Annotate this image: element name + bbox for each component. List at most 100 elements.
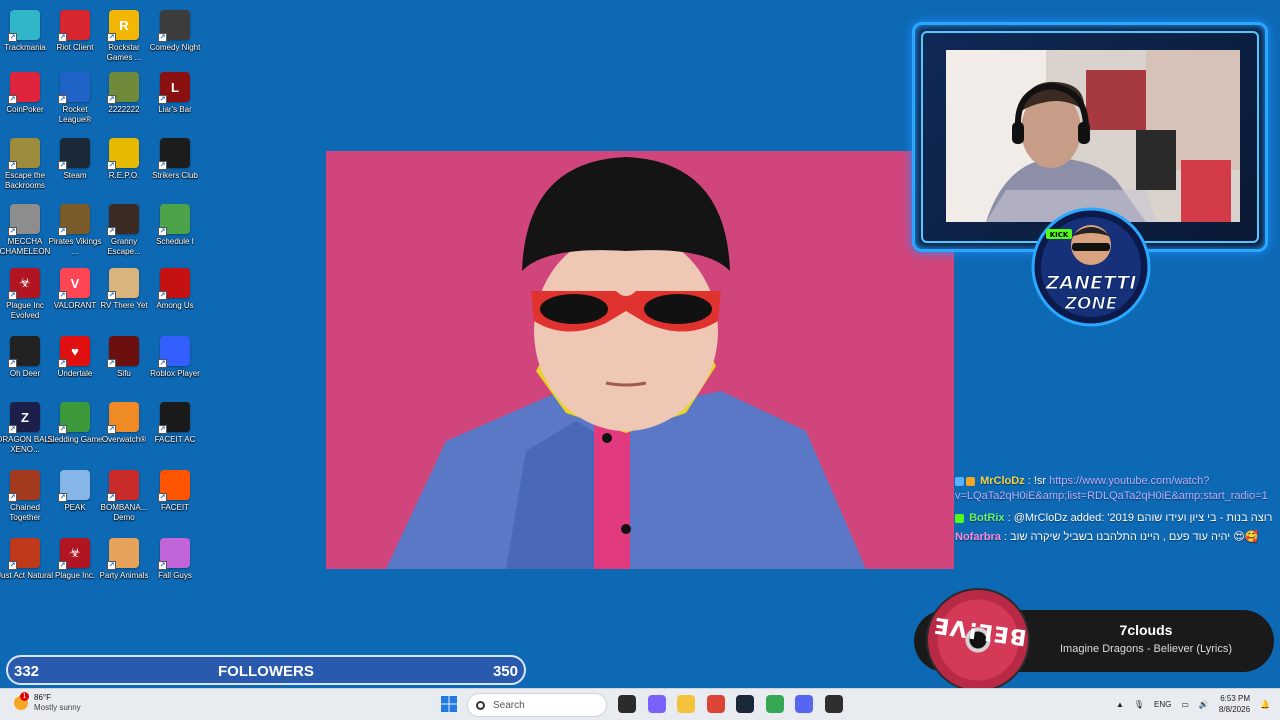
app-icon: ↗: [107, 138, 139, 170]
chat-text: @MrCloDz added: '2019 רוצה בנות - בי ציו…: [1013, 512, 1273, 524]
desktop-icon-label: Comedy Night: [149, 43, 201, 52]
chat-text: יהיה עוד פעם , היינו התלהבנו בשביל שיקרה…: [1010, 531, 1259, 543]
app-icon: ↗: [58, 204, 90, 236]
desktop-icon[interactable]: L ↗ Liar's Bar: [150, 72, 200, 115]
shortcut-arrow-icon: ↗: [107, 227, 116, 236]
chat-username: MrCloDz: [980, 475, 1025, 487]
file-explorer-icon[interactable]: [677, 695, 695, 713]
shortcut-arrow-icon: ↗: [8, 359, 17, 368]
desktop-icon[interactable]: R ↗ Rockstar Games ...: [99, 10, 149, 63]
task-view-icon[interactable]: [618, 695, 636, 713]
clock[interactable]: 6:53 PM 8/8/2026: [1219, 693, 1250, 715]
shortcut-arrow-icon: ↗: [58, 33, 67, 42]
shortcut-arrow-icon: ↗: [8, 561, 17, 570]
followers-goal-bar: 332 FOLLOWERS 350: [6, 655, 526, 685]
steam-icon[interactable]: [736, 695, 754, 713]
microphone-icon[interactable]: 🎙: [1134, 700, 1144, 709]
logo-line-1: ZANETTI: [1045, 272, 1137, 294]
language-indicator[interactable]: ENG: [1154, 700, 1171, 709]
app-icon: ↗: [107, 336, 139, 368]
shortcut-arrow-icon: ↗: [158, 493, 167, 502]
desktop-icon[interactable]: ↗ Sifu: [99, 336, 149, 379]
desktop-icon[interactable]: ↗ RV There Yet: [99, 268, 149, 311]
desktop-icon[interactable]: ↗ CoinPoker: [0, 72, 50, 115]
taskbar-search[interactable]: Search: [467, 693, 607, 717]
app-icon: ↗: [107, 268, 139, 300]
notification-bell-icon[interactable]: 🔔: [1260, 700, 1270, 709]
app-icon: ↗: [58, 470, 90, 502]
shortcut-arrow-icon: ↗: [107, 291, 116, 300]
chat-username: BotRix: [969, 512, 1005, 524]
desktop-icon[interactable]: ↗ Chained Together: [0, 470, 50, 523]
logo-tag: KICK: [1050, 231, 1069, 239]
video-frame-image: [326, 151, 954, 569]
shortcut-arrow-icon: ↗: [158, 291, 167, 300]
network-icon[interactable]: ▭: [1181, 700, 1189, 709]
desktop-icon[interactable]: ↗ 2222222: [99, 72, 149, 115]
app-icon: V ↗: [58, 268, 90, 300]
shortcut-arrow-icon: ↗: [58, 493, 67, 502]
discord-icon[interactable]: [795, 695, 813, 713]
chrome-icon[interactable]: [706, 695, 725, 713]
shortcut-arrow-icon: ↗: [107, 493, 116, 502]
copilot-icon[interactable]: [647, 695, 666, 713]
desktop-icon[interactable]: ↗ BOMBANA... Demo: [99, 470, 149, 523]
desktop-icon-label: Roblox Player: [150, 369, 200, 378]
taskbar: 1 86°F Mostly sunny Search ▲ 🎙 ENG ▭ 🔊 6…: [0, 688, 1280, 720]
desktop-icon[interactable]: ↗ Sledding Game: [47, 402, 103, 445]
search-placeholder: Search: [493, 699, 525, 711]
desktop-icon[interactable]: ↗ Rocket League®: [50, 72, 100, 125]
chat-text: !sr: [1033, 475, 1050, 487]
desktop-icon[interactable]: ↗ Schedule I: [150, 204, 200, 247]
desktop-icon[interactable]: ↗ R.E.P.O.: [99, 138, 149, 181]
desktop-icon[interactable]: ↗ Among Us: [150, 268, 200, 311]
volume-icon[interactable]: 🔊: [1199, 700, 1209, 709]
desktop-icon-label: Party Animals: [99, 571, 149, 580]
desktop-icon[interactable]: ☣ ↗ Plague Inc Evolved: [0, 268, 50, 321]
desktop-icon-label: Liar's Bar: [158, 105, 192, 114]
desktop-icon[interactable]: ↗ Fall Guys: [150, 538, 200, 581]
desktop-icon[interactable]: ↗ Oh Deer: [0, 336, 50, 379]
desktop-icon[interactable]: ↗ Escape the Backrooms: [0, 138, 50, 191]
video-player[interactable]: [326, 151, 954, 569]
desktop-icon[interactable]: ♥ ↗ Undertale: [50, 336, 100, 379]
shortcut-arrow-icon: ↗: [158, 95, 167, 104]
chrome-profile-icon[interactable]: [765, 695, 784, 713]
desktop-icon-label: Overwatch®: [101, 435, 147, 444]
desktop-icon[interactable]: ↗ Party Animals: [99, 538, 149, 581]
app-icon: ↗: [158, 138, 190, 170]
desktop-icon[interactable]: ↗ Roblox Player: [150, 336, 200, 379]
desktop-icon[interactable]: ↗ Overwatch®: [99, 402, 149, 445]
shortcut-arrow-icon: ↗: [58, 161, 67, 170]
desktop-icon[interactable]: Z ↗ DRAGON BALL XENO...: [0, 402, 53, 455]
chat-badge-icon: [955, 513, 964, 523]
desktop-icon[interactable]: ↗ PEAK: [50, 470, 100, 513]
shortcut-arrow-icon: ↗: [158, 561, 167, 570]
shortcut-arrow-icon: ↗: [107, 95, 116, 104]
desktop-icon[interactable]: ↗ Granny Escape...: [99, 204, 149, 257]
clock-time: 6:53 PM: [1220, 694, 1251, 703]
desktop-icon[interactable]: ↗ Trackmania: [0, 10, 50, 53]
desktop-icon[interactable]: ↗ FACEIT AC: [150, 402, 200, 445]
app-icon: ↗: [8, 336, 40, 368]
start-button[interactable]: [440, 695, 458, 713]
chevron-up-icon[interactable]: ▲: [1116, 700, 1124, 709]
obs-icon[interactable]: [824, 695, 843, 713]
desktop-icon[interactable]: ☣ ↗ Plague Inc.: [50, 538, 100, 581]
search-icon: [476, 700, 485, 710]
desktop-icon[interactable]: ↗ Riot Client: [50, 10, 100, 53]
desktop-icon[interactable]: ↗ Strikers Club: [150, 138, 200, 181]
desktop-icon[interactable]: ↗ Comedy Night: [150, 10, 200, 53]
desktop-icon[interactable]: ↗ Just Act Natural: [0, 538, 53, 581]
desktop-icon[interactable]: V ↗ VALORANT: [50, 268, 100, 311]
app-icon: ↗: [58, 138, 90, 170]
desktop-icon-label: Schedule I: [156, 237, 194, 246]
desktop-icon[interactable]: ↗ FACEIT: [150, 470, 200, 513]
desktop-icon[interactable]: ↗ Pirates Vikings ...: [49, 204, 101, 257]
app-icon: ↗: [158, 10, 190, 42]
weather-widget[interactable]: 1 86°F Mostly sunny: [14, 692, 81, 713]
app-icon: ↗: [58, 402, 90, 434]
desktop-icon[interactable]: ↗ MECCHA CHAMELEON: [0, 204, 50, 257]
desktop-icon[interactable]: ↗ Steam: [50, 138, 100, 181]
logo-line-2: ZONE: [1064, 294, 1118, 314]
